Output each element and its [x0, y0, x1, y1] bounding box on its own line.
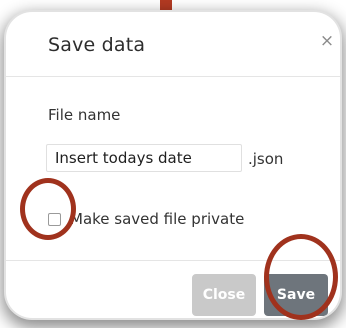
screenshot-stage: Save data × File name .json Make saved f… — [0, 0, 346, 328]
file-extension-label: .json — [248, 150, 284, 168]
file-name-input[interactable] — [46, 144, 242, 172]
close-button[interactable]: Close — [192, 274, 256, 316]
dialog-title: Save data — [48, 34, 146, 56]
dialog-header: Save data × — [6, 12, 340, 77]
private-checkbox-label[interactable]: Make saved file private — [70, 210, 244, 228]
save-data-dialog: Save data × File name .json Make saved f… — [6, 12, 340, 318]
save-button[interactable]: Save — [264, 274, 328, 316]
close-icon[interactable]: × — [318, 32, 336, 50]
private-checkbox[interactable] — [48, 213, 61, 226]
dialog-footer-divider — [6, 260, 340, 261]
file-name-label: File name — [48, 106, 121, 124]
